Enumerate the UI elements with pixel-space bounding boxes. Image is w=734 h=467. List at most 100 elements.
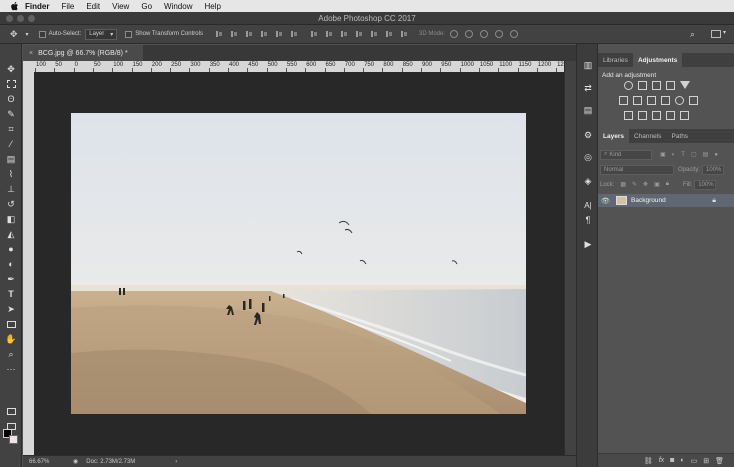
invert-icon[interactable]	[624, 111, 633, 120]
zoom-level[interactable]: 66.67%	[29, 459, 69, 465]
filter-pixel-icon[interactable]: ▣	[660, 151, 666, 158]
status-menu-arrow[interactable]: ›	[175, 459, 177, 465]
move-tool-options-icon[interactable]: ✥	[10, 29, 18, 40]
brightness-contrast-icon[interactable]	[624, 81, 633, 90]
transform-controls-checkbox[interactable]	[125, 30, 133, 38]
tab-layers[interactable]: Layers	[598, 129, 629, 143]
eraser-tool-icon[interactable]: ◧	[5, 213, 17, 225]
lasso-tool-icon[interactable]: ʘ	[5, 93, 17, 105]
hue-saturation-icon[interactable]	[619, 96, 628, 105]
vertical-ruler[interactable]	[23, 61, 34, 455]
distribute-right-icon[interactable]	[385, 30, 393, 38]
healing-brush-tool-icon[interactable]: ▤	[5, 153, 17, 165]
distribute-vertical-center-icon[interactable]	[325, 30, 333, 38]
lock-position-icon[interactable]: ✥	[643, 181, 648, 188]
history-brush-tool-icon[interactable]: ↺	[5, 198, 17, 210]
align-horizontal-center-icon[interactable]	[275, 30, 283, 38]
layer-row-background[interactable]: 👁︎ Background 🔒︎	[598, 194, 734, 207]
filter-adjustment-icon[interactable]: ◐	[672, 152, 676, 158]
character-panel-icon[interactable]: ◈	[582, 175, 594, 187]
close-document-icon[interactable]: ×	[29, 50, 33, 57]
menu-window[interactable]: Window	[164, 2, 192, 11]
align-vertical-center-icon[interactable]	[230, 30, 238, 38]
align-bottom-icon[interactable]	[245, 30, 253, 38]
3d-rotate-icon[interactable]	[450, 30, 458, 38]
clone-stamp-tool-icon[interactable]: ⊥	[5, 183, 17, 195]
apple-logo-icon[interactable]	[10, 1, 19, 11]
link-layers-icon[interactable]: ⛓︎	[644, 457, 653, 465]
new-group-icon[interactable]: ▭	[691, 457, 698, 465]
color-balance-icon[interactable]	[633, 96, 642, 105]
3d-slide-icon[interactable]	[495, 30, 503, 38]
swatches-panel-icon[interactable]: ⚙	[582, 129, 594, 141]
path-selection-tool-icon[interactable]: ➤	[5, 303, 17, 315]
actions-panel-icon[interactable]: ▤	[582, 104, 594, 116]
levels-icon[interactable]	[638, 81, 647, 90]
layer-filter-dropdown[interactable]: ⌕ Kind	[600, 149, 652, 160]
color-lookup-icon[interactable]	[689, 96, 698, 105]
tab-adjustments[interactable]: Adjustments	[632, 53, 683, 67]
auto-select-dropdown[interactable]: Layer ▾	[85, 28, 118, 40]
channel-mixer-icon[interactable]	[675, 96, 684, 105]
posterize-icon[interactable]	[638, 111, 647, 120]
vibrance-icon[interactable]	[680, 81, 690, 89]
background-color-swatch[interactable]	[9, 435, 18, 444]
marquee-tool-icon[interactable]	[5, 78, 17, 90]
move-tool-icon[interactable]: ✥	[5, 63, 17, 75]
3d-scale-icon[interactable]	[510, 30, 518, 38]
quick-mask-icon[interactable]	[5, 405, 17, 417]
threshold-icon[interactable]	[652, 111, 661, 120]
filter-smart-object-icon[interactable]: ▤	[703, 151, 709, 158]
delete-layer-icon[interactable]: 🗑︎	[715, 457, 724, 465]
tool-preset-dropdown-icon[interactable]: ▾	[26, 31, 29, 38]
lock-all-icon[interactable]: 🔒︎	[666, 181, 669, 188]
eyedropper-tool-icon[interactable]: ⁄	[5, 138, 17, 150]
3d-pan-icon[interactable]	[480, 30, 488, 38]
workspace-switcher-icon[interactable]	[711, 30, 721, 38]
menu-edit[interactable]: Edit	[86, 2, 100, 11]
paint-bucket-tool-icon[interactable]: ◭	[5, 228, 17, 240]
selective-color-icon[interactable]	[680, 111, 689, 120]
distribute-bottom-icon[interactable]	[340, 30, 348, 38]
horizontal-ruler[interactable]: 100 50 0 50 100 150 200 250 300 350 400 450 500 550 60…	[34, 61, 564, 72]
layer-style-icon[interactable]: fx	[659, 457, 664, 464]
properties-panel-icon[interactable]: ⇄	[582, 82, 594, 94]
crop-tool-icon[interactable]: ⌗	[5, 123, 17, 135]
menu-view[interactable]: View	[112, 2, 129, 11]
menu-file[interactable]: File	[61, 2, 74, 11]
paragraph-mark-icon[interactable]: ¶	[582, 214, 594, 226]
hand-tool-icon[interactable]: ✋	[5, 333, 17, 345]
workspace-dropdown-icon[interactable]: ▾	[723, 29, 726, 36]
menu-go[interactable]: Go	[141, 2, 152, 11]
dodge-tool-icon[interactable]: ◐	[5, 258, 17, 270]
quick-selection-tool-icon[interactable]: ✎	[5, 108, 17, 120]
distribute-left-icon[interactable]	[355, 30, 363, 38]
add-mask-icon[interactable]: ◙	[670, 457, 674, 464]
align-top-icon[interactable]	[215, 30, 223, 38]
filter-shape-icon[interactable]: ▢	[691, 151, 697, 158]
menu-finder[interactable]: Finder	[25, 2, 49, 11]
zoom-tool-icon[interactable]: ⌕	[5, 348, 17, 360]
new-adjustment-layer-icon[interactable]: ◐	[680, 457, 684, 464]
lock-transparent-icon[interactable]: ▦	[620, 181, 626, 188]
new-layer-icon[interactable]: ⊞	[703, 457, 709, 465]
screen-mode-icon[interactable]	[5, 420, 17, 432]
search-icon[interactable]: ⌕	[690, 29, 695, 40]
blur-tool-icon[interactable]: ●	[5, 243, 17, 255]
color-panel-icon[interactable]: ◎	[582, 151, 594, 163]
lock-artboard-icon[interactable]: ▣	[654, 181, 660, 188]
tab-paths[interactable]: Paths	[666, 129, 693, 143]
gradient-map-icon[interactable]	[666, 111, 675, 120]
type-tool-icon[interactable]: T	[5, 288, 17, 300]
black-white-icon[interactable]	[647, 96, 656, 105]
photo-filter-icon[interactable]	[661, 96, 670, 105]
distribute-top-icon[interactable]	[310, 30, 318, 38]
timeline-panel-icon[interactable]: ▶	[582, 238, 594, 250]
auto-align-layers-icon[interactable]	[400, 30, 408, 38]
tab-channels[interactable]: Channels	[629, 129, 666, 143]
tab-libraries[interactable]: Libraries	[598, 53, 633, 67]
history-panel-icon[interactable]: ▥	[582, 59, 594, 71]
fill-field[interactable]: 100%	[694, 179, 717, 190]
document-tab[interactable]: × BCG.jpg @ 66.7% (RGB/8) *	[23, 45, 143, 61]
filter-toggle-icon[interactable]: ●	[714, 152, 718, 158]
